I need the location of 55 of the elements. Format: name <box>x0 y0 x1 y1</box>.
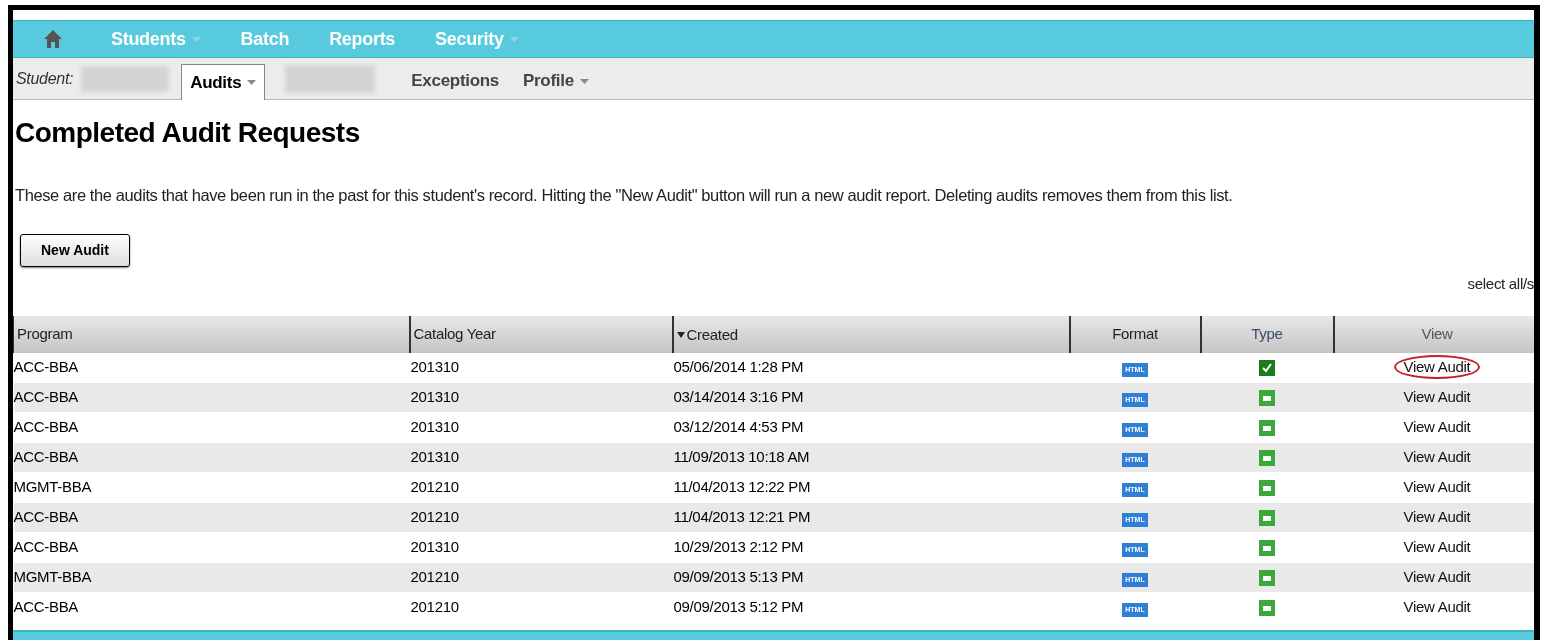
table-cell: 201210 <box>409 472 673 503</box>
view-audit-link[interactable]: View Audit <box>1393 446 1481 469</box>
status-icon <box>1259 570 1275 587</box>
table-cell: ACC-BBA <box>13 352 410 383</box>
table-cell: ACC-BBA <box>13 442 410 473</box>
table-cell: 201210 <box>409 592 673 623</box>
checkmark-icon <box>1259 360 1275 377</box>
status-icon <box>1259 450 1275 467</box>
status-icon <box>1259 480 1275 497</box>
table-cell: 05/06/2014 1:28 PM <box>672 352 1070 383</box>
status-icon <box>1259 420 1275 437</box>
view-audit-link[interactable]: View Audit <box>1393 386 1481 409</box>
table-cell: 201310 <box>409 442 673 473</box>
table-cell: 09/09/2013 5:13 PM <box>672 562 1070 593</box>
table-cell: 11/04/2013 12:22 PM <box>672 472 1070 503</box>
table-cell: ACC-BBA <box>13 532 410 563</box>
status-icon <box>1259 510 1275 527</box>
student-label: Student: <box>16 68 74 89</box>
table-cell: ACC-BBA <box>13 502 410 533</box>
table-cell: MGMT-BBA <box>13 472 410 503</box>
table-cell: ACC-BBA <box>13 382 410 413</box>
new-audit-button[interactable]: New Audit <box>20 234 130 267</box>
table-cell: 03/14/2014 3:16 PM <box>672 382 1070 413</box>
view-audit-link[interactable]: View Audit <box>1393 566 1481 589</box>
sort-icon <box>676 331 685 338</box>
table-cell: 201310 <box>409 412 673 443</box>
nav-tab[interactable]: Audits <box>181 64 266 100</box>
select-all-link[interactable]: select all/s <box>1467 273 1534 296</box>
table-cell: 201210 <box>409 502 673 533</box>
home-icon[interactable] <box>43 29 63 49</box>
description-text: These are the audits that have been run in the past for this student's record. Hitting the "New Audit" button will run a new audit report. Deleting audits removes them from this list. <box>15 186 1234 204</box>
table-cell: 201210 <box>409 562 673 593</box>
view-audit-link[interactable]: View Audit <box>1393 476 1481 499</box>
table-cell: 11/09/2013 10:18 AM <box>672 442 1070 473</box>
page-title: Completed Audit Requests <box>15 116 361 150</box>
status-icon <box>1259 600 1275 617</box>
status-icon <box>1259 390 1275 407</box>
view-audit-link[interactable]: View Audit <box>1393 416 1481 439</box>
table-cell: 09/09/2013 5:12 PM <box>672 592 1070 623</box>
table-cell: ACC-BBA <box>13 592 410 623</box>
table-cell: 03/12/2014 4:53 PM <box>672 412 1070 443</box>
table-cell: 11/04/2013 12:21 PM <box>672 502 1070 533</box>
status-icon <box>1259 540 1275 557</box>
table-cell: 10/29/2013 2:12 PM <box>672 532 1070 563</box>
table-cell: 201310 <box>409 382 673 413</box>
view-audit-link[interactable]: View Audit <box>1393 596 1481 619</box>
view-audit-link[interactable]: View Audit <box>1393 355 1481 380</box>
table-cell: MGMT-BBA <box>13 562 410 593</box>
nav-tab[interactable]: Exceptions <box>399 63 511 99</box>
table-cell: 201310 <box>409 352 673 383</box>
nav-tab[interactable]: Profile <box>511 63 601 99</box>
table-cell: 201310 <box>409 532 673 563</box>
view-audit-link[interactable]: View Audit <box>1393 536 1481 559</box>
view-audit-link[interactable]: View Audit <box>1393 506 1481 529</box>
table-cell: ACC-BBA <box>13 412 410 443</box>
